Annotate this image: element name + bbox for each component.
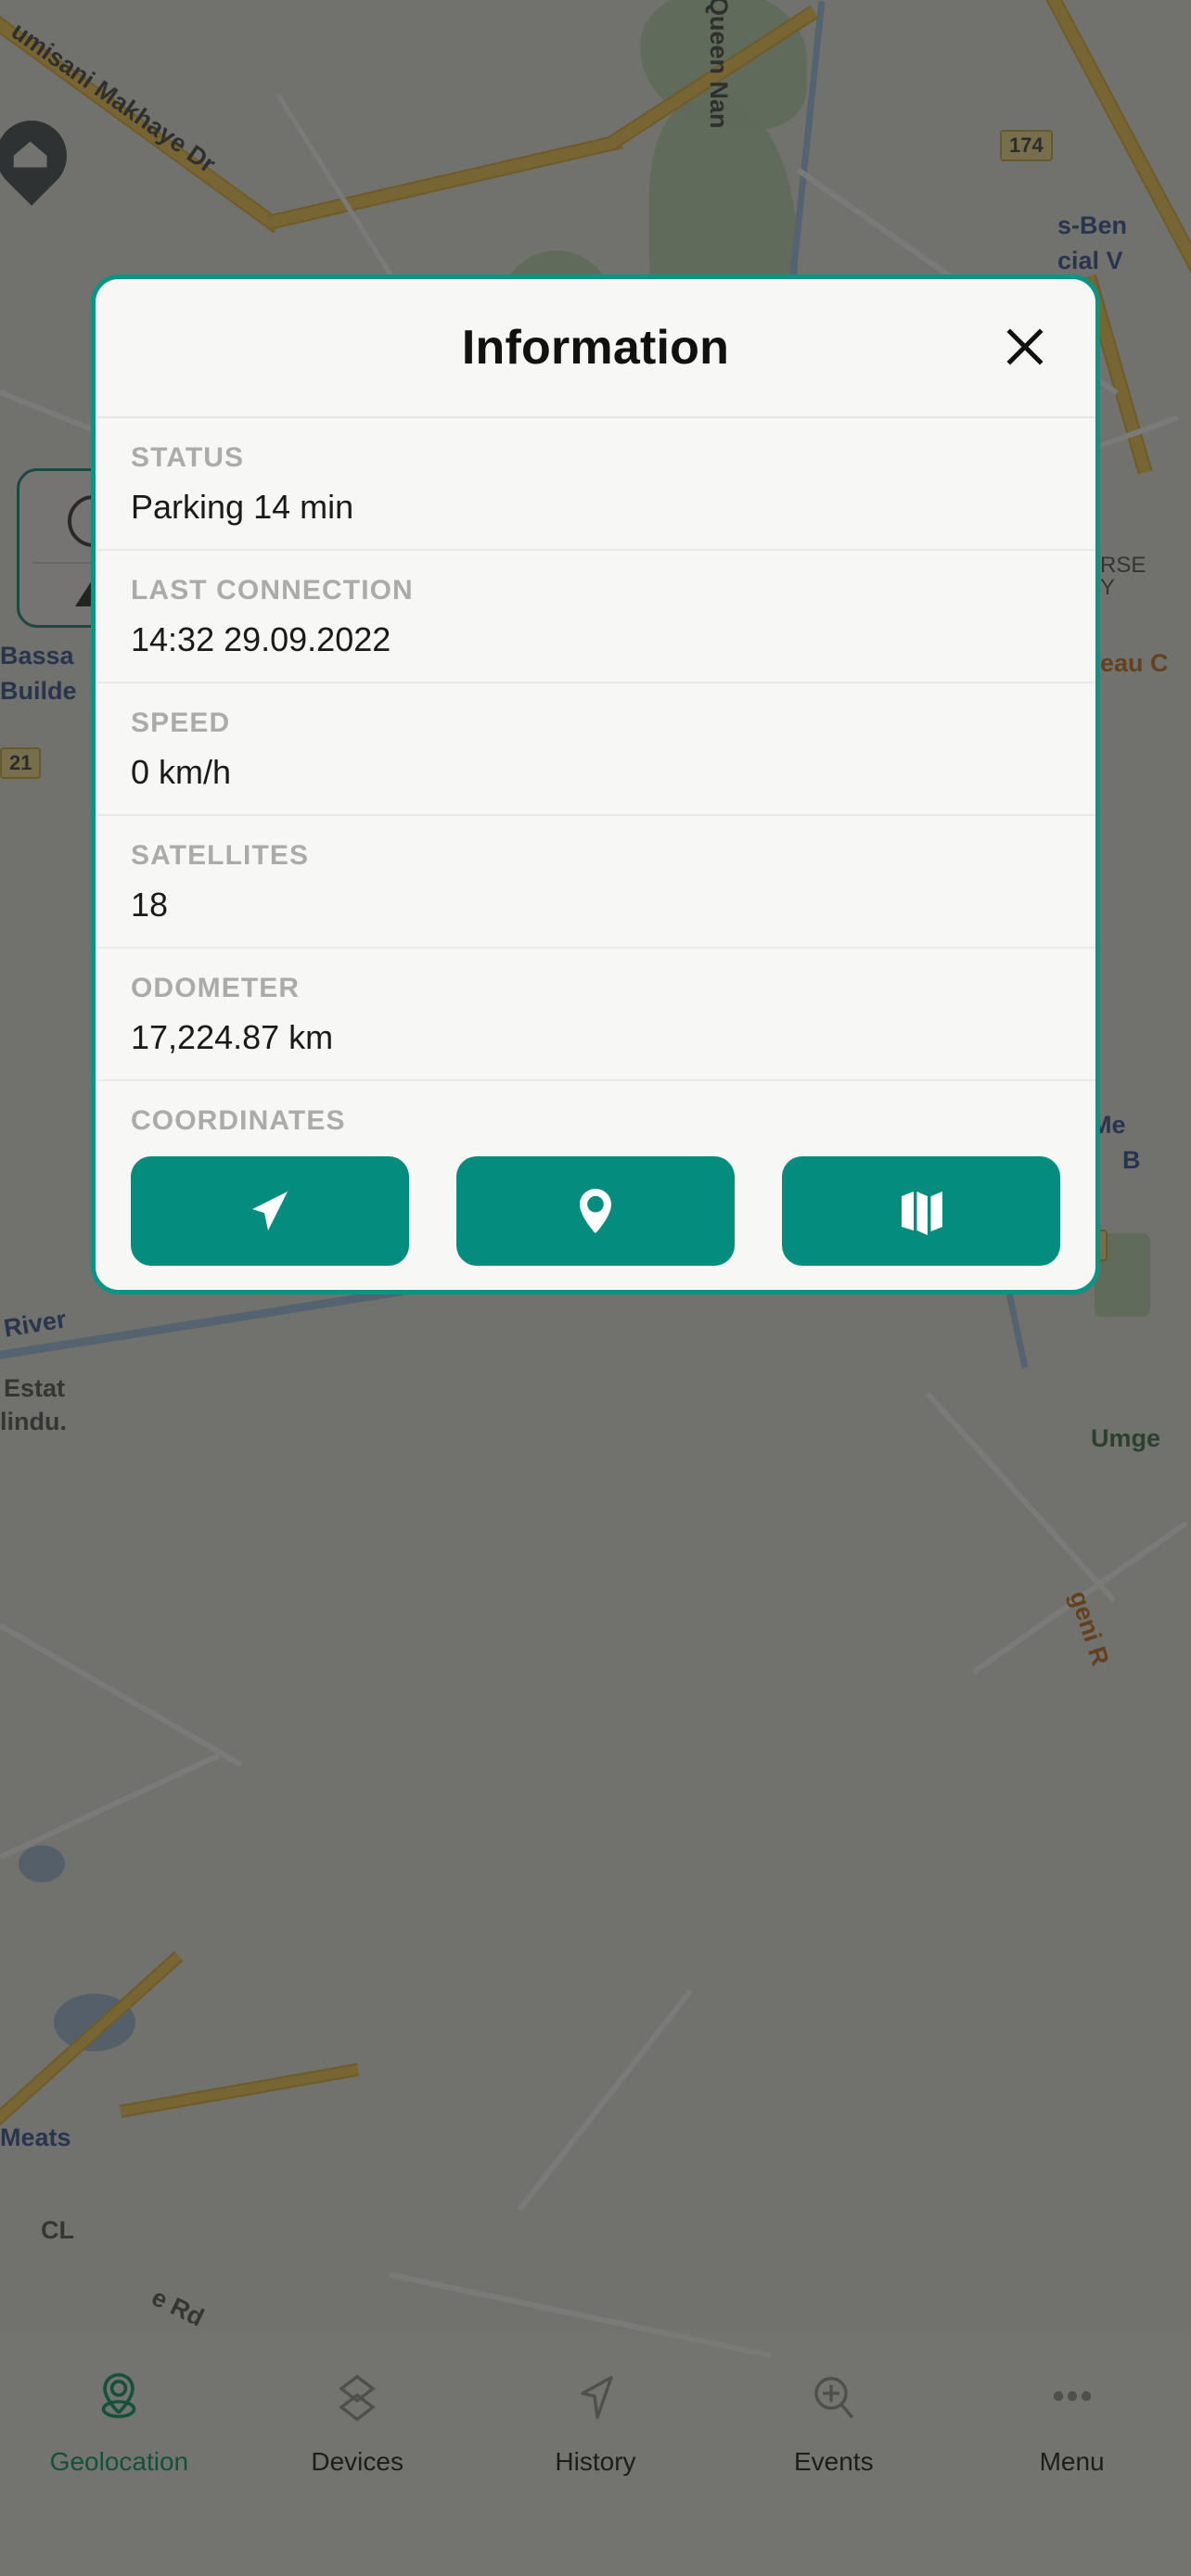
open-map-button[interactable] [782, 1156, 1060, 1266]
info-row-coordinates: COORDINATES -29.7936750, 30.9810066 [96, 1081, 1095, 1132]
info-label: SPEED [131, 708, 231, 738]
nav-label-geolocation: Geolocation [49, 2447, 189, 2476]
nav-item-devices[interactable]: Devices [238, 2369, 477, 2477]
nav-label-events: Events [793, 2447, 874, 2476]
info-value: 18 [131, 885, 169, 924]
nav-label-menu: Menu [1039, 2447, 1105, 2476]
nav-label-devices: Devices [311, 2447, 403, 2476]
info-value: Parking 14 min [131, 487, 354, 526]
bottom-navigation-bar: Geolocation Devices History Events Menu [0, 2330, 1191, 2576]
dialog-action-bar [96, 1132, 1095, 1290]
info-row-speed: SPEED 0 km/h [96, 683, 1095, 816]
info-row-last-connection: LAST CONNECTION 14:32 29.09.2022 [96, 551, 1095, 683]
info-label: LAST CONNECTION [131, 575, 414, 606]
folded-map-icon [894, 1184, 948, 1238]
info-row-status: STATUS Parking 14 min [96, 418, 1095, 551]
ellipsis-icon [1044, 2369, 1101, 2427]
nav-item-menu[interactable]: Menu [953, 2369, 1191, 2477]
search-plus-icon [805, 2369, 863, 2427]
dialog-header: Information [96, 279, 1095, 418]
show-on-map-button[interactable] [456, 1156, 735, 1266]
info-label: STATUS [131, 442, 245, 473]
info-label: COORDINATES [131, 1105, 346, 1132]
close-button[interactable] [995, 318, 1055, 377]
map-pin-icon [569, 1184, 622, 1238]
layers-icon [328, 2369, 386, 2427]
nav-item-geolocation[interactable]: Geolocation [0, 2369, 238, 2477]
information-list: STATUS Parking 14 min LAST CONNECTION 14… [96, 418, 1095, 1132]
navigation-arrow-icon [243, 1184, 297, 1238]
information-dialog: Information STATUS Parking 14 min LAST C… [91, 274, 1100, 1294]
info-row-satellites: SATELLITES 18 [96, 816, 1095, 949]
info-row-odometer: ODOMETER 17,224.87 km [96, 949, 1095, 1081]
info-value: 14:32 29.09.2022 [131, 619, 391, 658]
nav-item-history[interactable]: History [477, 2369, 715, 2477]
nav-item-events[interactable]: Events [714, 2369, 953, 2477]
nav-label-history: History [555, 2447, 636, 2476]
info-label: SATELLITES [131, 840, 310, 871]
info-value: 0 km/h [131, 752, 232, 791]
info-label: ODOMETER [131, 973, 301, 1003]
close-icon [1004, 325, 1046, 371]
navigation-icon [567, 2369, 624, 2427]
navigate-button[interactable] [131, 1156, 409, 1266]
info-value: 17,224.87 km [131, 1017, 334, 1056]
app-screen: 174 21 umisani Makhaye Dr Queen Nan s-Be… [0, 0, 1191, 2576]
page-title: Information [461, 321, 730, 375]
location-pin-icon [90, 2369, 147, 2427]
